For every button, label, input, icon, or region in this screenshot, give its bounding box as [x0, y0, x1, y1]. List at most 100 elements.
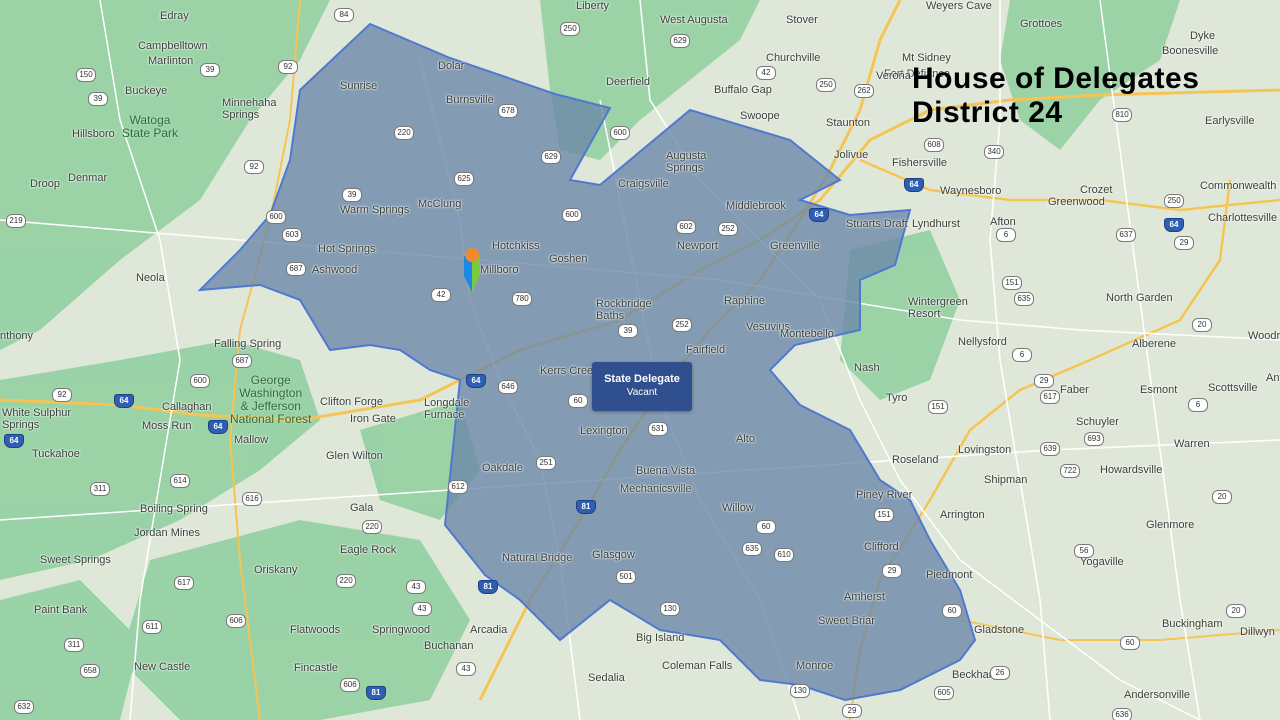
place-label-moss-run: Moss Run: [142, 420, 192, 432]
place-label-hotchkiss: Hotchkiss: [492, 240, 540, 252]
route-shield-r687a: 687: [286, 262, 306, 276]
route-shield-r130b: 130: [790, 684, 810, 698]
place-label-dillwyn: Dillwyn: [1240, 626, 1275, 638]
place-label-piney-river: Piney River: [856, 489, 913, 501]
place-label-north-garden: North Garden: [1106, 292, 1173, 304]
route-shield-r60b: 60: [756, 520, 776, 534]
place-label-buchanan: Buchanan: [424, 640, 474, 652]
place-label-fincastle: Fincastle: [294, 662, 339, 674]
place-label-big-island: Big Island: [636, 632, 685, 644]
route-shield-r600c: 600: [562, 208, 582, 222]
place-label-neola: Neola: [136, 272, 165, 284]
place-label-springwood: Springwood: [372, 624, 431, 636]
place-label-lovingston: Lovingston: [958, 444, 1012, 456]
place-label-mallow: Mallow: [234, 434, 269, 446]
route-shield-r6c: 6: [1188, 398, 1208, 412]
place-label-weyers-cave: Weyers Cave: [926, 0, 992, 12]
place-label-marlinton: Marlinton: [148, 55, 194, 67]
route-shield-r635b: 635: [742, 542, 762, 556]
interstate-shield-i64c: 64: [1164, 218, 1184, 232]
route-shield-r39d: 39: [618, 324, 638, 338]
place-label-callaghan: Callaghan: [162, 401, 212, 413]
route-shield-r6b: 6: [1012, 348, 1032, 362]
place-label-dolar: Dolar: [438, 60, 465, 72]
route-shield-r29b: 29: [1034, 374, 1054, 388]
place-label-stuarts-draft: Stuarts Draft: [846, 218, 908, 230]
place-label-alto: Alto: [736, 433, 755, 445]
place-label-glasgow: Glasgow: [592, 549, 635, 561]
place-label-jolivue: Jolivue: [834, 149, 869, 161]
route-shield-r220a: 220: [394, 126, 414, 140]
route-shield-r646: 646: [498, 380, 518, 394]
route-shield-r693: 693: [1084, 432, 1104, 446]
route-shield-r42b: 42: [431, 288, 451, 302]
route-shield-r250a: 250: [560, 22, 580, 36]
place-label-raphine: Raphine: [724, 295, 765, 307]
place-label-liberty: Liberty: [576, 0, 610, 12]
route-shield-r56: 56: [1074, 544, 1094, 558]
interstate-shield-i81c: 81: [366, 686, 386, 700]
place-label-clifford: Clifford: [864, 541, 899, 553]
route-shield-r340: 340: [984, 145, 1004, 159]
place-label-mcclung: McClung: [418, 198, 462, 210]
place-label-minnehaha-springs: Minnehaha Springs: [222, 97, 277, 121]
route-shield-r39a: 39: [200, 63, 220, 77]
place-label-augusta-springs: Augusta Springs: [666, 150, 707, 174]
place-label-schuyler: Schuyler: [1076, 416, 1119, 428]
place-label-droop: Droop: [30, 178, 60, 190]
route-shield-r250b: 250: [816, 78, 836, 92]
location-pin-icon[interactable]: [462, 246, 482, 292]
map-title-line-1: House of Delegates: [912, 62, 1200, 95]
state-delegate-card[interactable]: State Delegate Vacant: [592, 362, 692, 411]
route-shield-r658: 658: [80, 664, 100, 678]
interstate-shield-i81b: 81: [478, 580, 498, 594]
place-label-gala: Gala: [350, 502, 374, 514]
place-label-glenmore: Glenmore: [1146, 519, 1195, 531]
delegate-status-label: Vacant: [626, 387, 658, 398]
place-label-churchville: Churchville: [766, 52, 821, 64]
place-label-newport: Newport: [677, 240, 718, 252]
route-shield-r610: 610: [774, 548, 794, 562]
route-shield-r151c: 151: [874, 508, 894, 522]
route-shield-r150: 150: [76, 68, 96, 82]
route-shield-r26: 26: [990, 666, 1010, 680]
place-label-greenwood: Greenwood: [1048, 196, 1105, 208]
interstate-shield-i81a: 81: [576, 500, 596, 514]
place-label-sedalia: Sedalia: [588, 672, 625, 684]
place-label-burnsville: Burnsville: [446, 94, 494, 106]
place-label-buena-vista: Buena Vista: [636, 465, 696, 477]
place-label-buffalo-gap: Buffalo Gap: [714, 84, 772, 96]
place-label-scottsville: Scottsville: [1208, 382, 1258, 394]
district-map[interactable]: Edray Liberty West Augusta Stover Weyers Cav…: [0, 0, 1280, 720]
place-label-stover: Stover: [786, 14, 818, 26]
route-shield-r501: 501: [616, 570, 636, 584]
route-shield-r611: 611: [142, 620, 162, 634]
route-shield-r42a: 42: [756, 66, 776, 80]
place-label-buckeye: Buckeye: [125, 85, 168, 97]
route-shield-r629: 629: [670, 34, 690, 48]
interstate-shield-i64d: 64: [114, 394, 134, 408]
route-shield-r635: 635: [1014, 292, 1034, 306]
route-shield-r600a: 600: [610, 126, 630, 140]
place-label-longdale-furnace: Longdale Furnace: [424, 397, 470, 421]
place-label-afton: Afton: [990, 216, 1016, 228]
place-label-mechanicsville: Mechanicsville: [620, 483, 692, 495]
route-shield-r606b: 606: [340, 678, 360, 692]
route-shield-r84: 84: [334, 8, 354, 22]
route-shield-r43a: 43: [406, 580, 426, 594]
route-shield-r43b: 43: [412, 602, 432, 616]
place-label-craigsville: Craigsville: [618, 178, 669, 190]
route-shield-r602: 602: [676, 220, 696, 234]
route-shield-r151a: 151: [1002, 276, 1022, 290]
place-label-new-castle: New Castle: [134, 661, 191, 673]
place-label-fishersville: Fishersville: [892, 157, 948, 169]
place-label-boiling-spring: Boiling Spring: [140, 503, 208, 515]
place-label-sweet-springs: Sweet Springs: [40, 554, 111, 566]
place-label-roseland: Roseland: [892, 454, 939, 466]
place-label-crozet: Crozet: [1080, 184, 1113, 196]
place-label-shipman: Shipman: [984, 474, 1028, 486]
place-label-antr: Ant: [1266, 372, 1280, 384]
place-label-boonesville: Boonesville: [1162, 45, 1219, 57]
route-shield-r780: 780: [512, 292, 532, 306]
place-label-oriskany: Oriskany: [254, 564, 298, 576]
